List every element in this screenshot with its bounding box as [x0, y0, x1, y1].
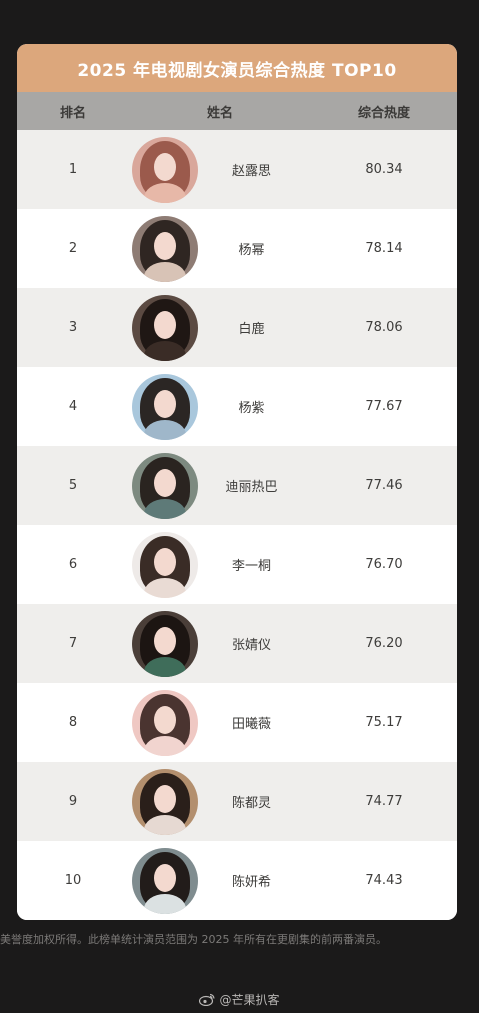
- footnote: 美誉度加权所得。此榜单统计演员范围为 2025 年所有在更剧集的前两番演员。: [0, 933, 387, 946]
- name-cell: 白鹿: [129, 294, 311, 361]
- header-rank: 排名: [59, 105, 86, 121]
- table-row: 3 白鹿 78.06: [17, 288, 457, 367]
- name-cell: 陈都灵: [129, 768, 311, 835]
- name-cell: 赵露思: [129, 136, 311, 203]
- score-cell: 76.20: [365, 636, 403, 651]
- watermark: @芒果扒客: [0, 991, 479, 1008]
- score-cell: 74.43: [365, 873, 403, 888]
- watermark-text: @芒果扒客: [219, 993, 280, 1007]
- page: 2025 年电视剧女演员综合热度 TOP10 排名 姓名 综合热度 1 赵露思 …: [0, 0, 479, 1013]
- actress-name: 杨幂: [238, 243, 265, 258]
- score-cell: 78.14: [365, 241, 403, 256]
- name-cell: 李一桐: [129, 531, 311, 598]
- score-cell: 78.06: [365, 320, 403, 335]
- rank-cell: 6: [68, 557, 78, 572]
- name-cell: 杨紫: [129, 373, 311, 440]
- avatar: [132, 610, 198, 677]
- table-row: 1 赵露思 80.34: [17, 130, 457, 209]
- avatar: [132, 768, 198, 835]
- score-cell: 76.70: [365, 557, 403, 572]
- name-cell: 陈妍希: [129, 847, 311, 914]
- rank-cell: 5: [68, 478, 78, 493]
- rank-cell: 9: [68, 794, 78, 809]
- actress-name: 李一桐: [231, 559, 271, 574]
- table-row: 2 杨幂 78.14: [17, 209, 457, 288]
- table-header: 排名 姓名 综合热度: [17, 92, 457, 130]
- score-cell: 77.46: [365, 478, 403, 493]
- actress-name: 白鹿: [238, 322, 265, 337]
- actress-name: 陈妍希: [231, 875, 271, 890]
- table-row: 7 张婧仪 76.20: [17, 604, 457, 683]
- weibo-icon: [199, 993, 216, 1006]
- ranking-table: 1 赵露思 80.34 2 杨幂 78.14 3 白鹿 78.06 4 杨紫 7…: [17, 130, 457, 920]
- actress-name: 陈都灵: [231, 796, 271, 811]
- table-row: 10 陈妍希 74.43: [17, 841, 457, 920]
- rank-cell: 2: [68, 241, 78, 256]
- actress-name: 赵露思: [231, 164, 271, 179]
- avatar: [132, 452, 198, 519]
- rank-cell: 7: [68, 636, 78, 651]
- header-name: 姓名: [206, 105, 233, 121]
- actress-name: 张婧仪: [231, 638, 271, 653]
- avatar: [132, 136, 198, 203]
- avatar: [132, 373, 198, 440]
- table-row: 6 李一桐 76.70: [17, 525, 457, 604]
- rank-cell: 3: [68, 320, 78, 335]
- name-cell: 杨幂: [129, 215, 311, 282]
- rank-cell: 10: [64, 873, 82, 888]
- table-row: 9 陈都灵 74.77: [17, 762, 457, 841]
- score-cell: 75.17: [365, 715, 403, 730]
- header-score: 综合热度: [357, 105, 410, 121]
- score-cell: 77.67: [365, 399, 403, 414]
- rank-cell: 1: [68, 162, 78, 177]
- rank-cell: 8: [68, 715, 78, 730]
- avatar: [132, 215, 198, 282]
- name-cell: 田曦薇: [129, 689, 311, 756]
- actress-name: 迪丽热巴: [225, 480, 278, 495]
- rank-cell: 4: [68, 399, 78, 414]
- avatar: [132, 689, 198, 756]
- ranking-card: 2025 年电视剧女演员综合热度 TOP10 排名 姓名 综合热度 1 赵露思 …: [17, 44, 457, 920]
- avatar: [132, 531, 198, 598]
- avatar: [132, 294, 198, 361]
- score-cell: 80.34: [365, 162, 403, 177]
- score-cell: 74.77: [365, 794, 403, 809]
- ranking-title: 2025 年电视剧女演员综合热度 TOP10: [17, 44, 457, 92]
- table-row: 4 杨紫 77.67: [17, 367, 457, 446]
- name-cell: 张婧仪: [129, 610, 311, 677]
- actress-name: 杨紫: [238, 401, 265, 416]
- table-row: 5 迪丽热巴 77.46: [17, 446, 457, 525]
- actress-name: 田曦薇: [231, 717, 271, 732]
- avatar: [132, 847, 198, 914]
- table-row: 8 田曦薇 75.17: [17, 683, 457, 762]
- name-cell: 迪丽热巴: [129, 452, 311, 519]
